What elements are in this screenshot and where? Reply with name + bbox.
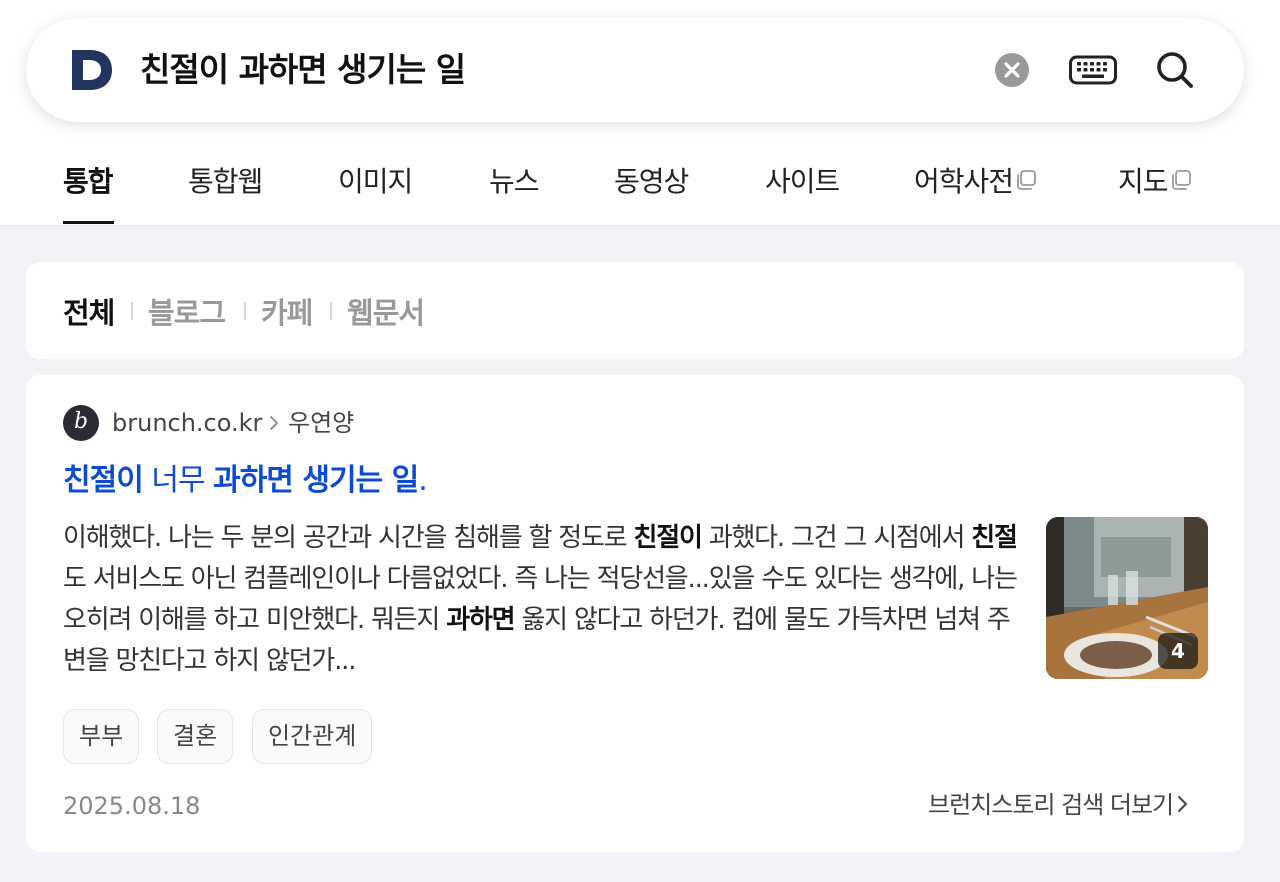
logo-d-icon[interactable] — [70, 48, 114, 92]
search-input[interactable]: 친절이 과하면 생기는 일 — [140, 48, 466, 92]
search-bar[interactable]: 친절이 과하면 생기는 일 — [26, 18, 1244, 122]
filter-bar: 전체 블로그 카페 웹문서 — [26, 262, 1244, 359]
filter-divider — [244, 302, 246, 320]
active-tab-indicator — [63, 221, 114, 224]
keyboard-icon[interactable] — [1068, 52, 1118, 88]
filter-all[interactable]: 전체 — [63, 290, 115, 332]
snippet-text: 과했다. 그건 그 시점에서 — [701, 523, 972, 553]
clear-icon[interactable] — [994, 52, 1030, 88]
tag-chip[interactable]: 인간관계 — [252, 709, 373, 764]
snippet-highlight: 친절 — [971, 523, 1018, 553]
tab-integrated-web[interactable]: 통합웹 — [188, 160, 263, 200]
snippet-highlight: 친절이 — [633, 523, 703, 553]
tag-chip[interactable]: 부부 — [63, 709, 140, 764]
tab-integrated[interactable]: 통합 — [63, 160, 114, 200]
external-window-icon — [1170, 165, 1192, 198]
tab-image[interactable]: 이미지 — [338, 160, 413, 200]
chevron-right-icon — [269, 415, 279, 435]
tab-dictionary-label: 어학사전 — [914, 165, 1014, 198]
thumbnail-count-badge: 4 — [1158, 633, 1198, 669]
chevron-right-icon — [1177, 789, 1188, 821]
external-window-icon — [1015, 165, 1037, 198]
title-highlight: 과하면 생기는 일 — [213, 463, 419, 498]
filter-cafe[interactable]: 카페 — [261, 290, 313, 332]
tab-map-label: 지도 — [1118, 165, 1169, 198]
title-text: 너무 — [142, 463, 214, 498]
result-date: 2025.08.18 — [63, 792, 201, 820]
filter-blog[interactable]: 블로그 — [148, 290, 226, 332]
source-domain[interactable]: brunch.co.kr — [112, 406, 262, 440]
more-link-label: 브런치스토리 검색 더보기 — [928, 791, 1174, 819]
tab-dictionary[interactable]: 어학사전 — [914, 160, 1037, 200]
search-tabs: 통합 통합웹 이미지 뉴스 동영상 사이트 어학사전 지도 — [0, 150, 1280, 226]
more-search-link[interactable]: 브런치스토리 검색 더보기 — [928, 789, 1188, 821]
snippet-highlight: 과하면 — [446, 605, 515, 635]
title-highlight: 친절이 — [63, 463, 144, 498]
tab-video[interactable]: 동영상 — [614, 160, 689, 200]
search-result-card: b brunch.co.kr 우연양 친절이 너무 과하면 생기는 일. 이해했… — [26, 375, 1244, 852]
tag-chip[interactable]: 결혼 — [157, 709, 234, 764]
filter-webdoc[interactable]: 웹문서 — [347, 290, 425, 332]
title-text: . — [418, 463, 427, 498]
result-title-link[interactable]: 친절이 너무 과하면 생기는 일. — [63, 461, 428, 501]
filter-divider — [131, 302, 133, 320]
result-snippet[interactable]: 이해했다. 나는 두 분의 공간과 시간을 침해를 할 정도로 친절이 과했다.… — [63, 518, 1025, 682]
tab-news[interactable]: 뉴스 — [489, 160, 540, 200]
tab-site[interactable]: 사이트 — [765, 160, 840, 200]
tab-map[interactable]: 지도 — [1118, 160, 1192, 200]
search-icon[interactable] — [1154, 48, 1196, 92]
source-avatar[interactable]: b — [63, 405, 99, 441]
top-header: 친절이 과하면 생기는 일 통합 통합웹 이미지 뉴스 동영상 사이트 어학사전… — [0, 0, 1280, 226]
snippet-text: 이해했다. 나는 두 분의 공간과 시간을 침해를 할 정도로 — [63, 523, 634, 553]
filter-divider — [330, 302, 332, 320]
source-author[interactable]: 우연양 — [288, 406, 354, 440]
result-thumbnail[interactable]: 4 — [1046, 517, 1208, 679]
